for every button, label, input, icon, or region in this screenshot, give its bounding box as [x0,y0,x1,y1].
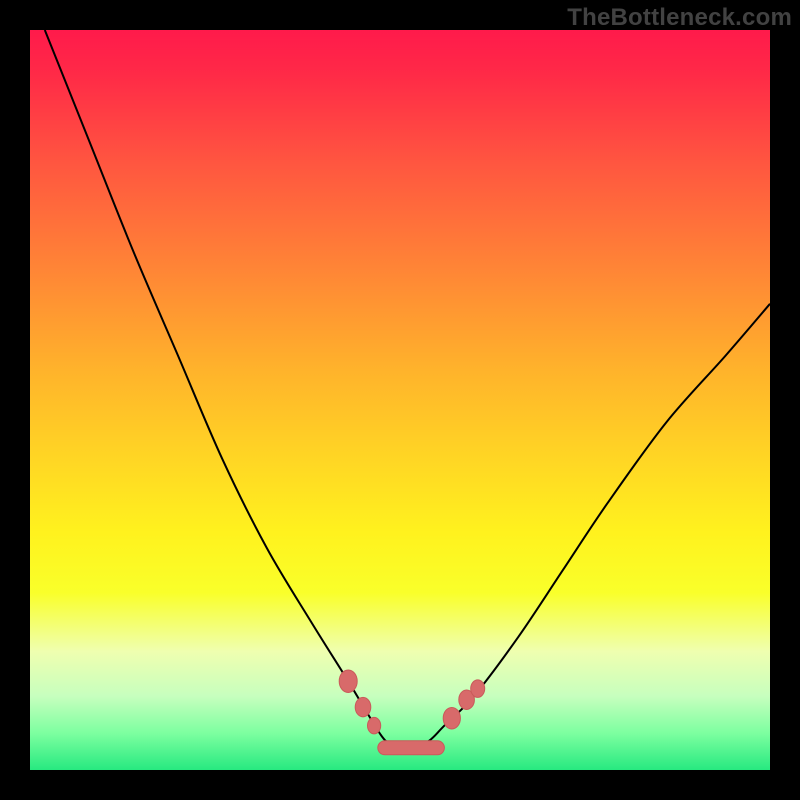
curve-marker-dot [339,670,357,693]
bottleneck-chart-svg [30,30,770,770]
bottleneck-curve [45,30,770,749]
curve-marker-dot [443,707,460,729]
watermark-text: TheBottleneck.com [567,4,792,32]
curve-marker-dot [355,697,371,717]
curve-markers [339,670,485,755]
curve-marker-dot [471,680,485,698]
curve-marker-dot [368,717,381,734]
curve-marker-bar [378,741,445,755]
chart-area [30,30,770,770]
